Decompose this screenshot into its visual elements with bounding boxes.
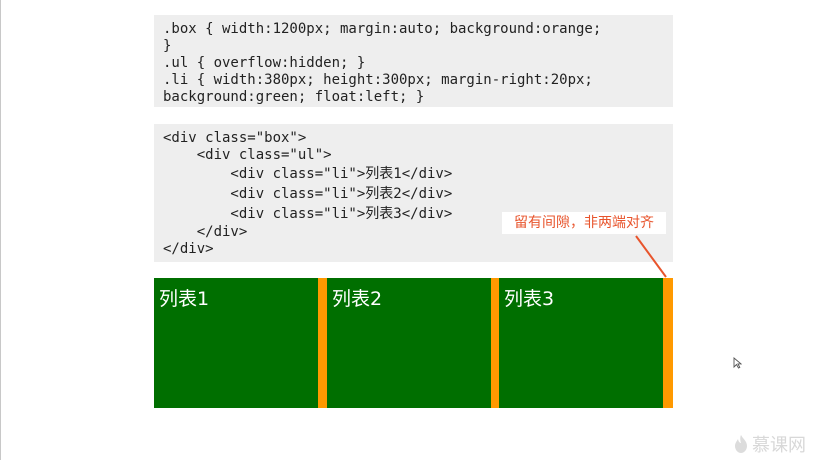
mouse-cursor-icon [733, 357, 742, 369]
watermark-logo: 慕课网 [734, 432, 806, 456]
list-item-label: 列表1 [159, 288, 210, 310]
list-item-label: 列表3 [504, 288, 555, 310]
list-item: 列表3 [499, 278, 663, 408]
logo-text: 慕课网 [752, 435, 806, 456]
list-item: 列表1 [154, 278, 318, 408]
box-demo-container: 列表1 列表2 列表3 [154, 278, 673, 408]
flame-icon [735, 435, 747, 453]
list-item: 列表2 [327, 278, 491, 408]
list-item-label: 列表2 [332, 288, 383, 310]
